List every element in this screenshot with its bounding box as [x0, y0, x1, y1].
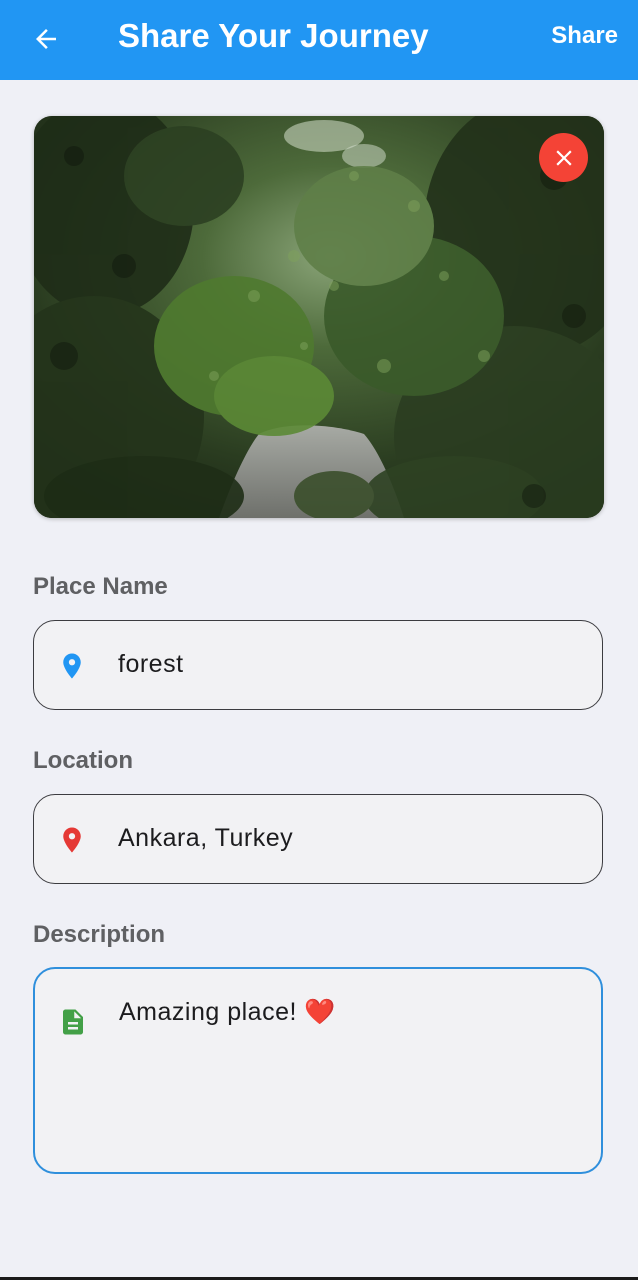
description-value: Amazing place! ❤️	[119, 998, 336, 1026]
close-icon	[555, 149, 572, 166]
page-title: Share Your Journey	[118, 17, 429, 54]
photo-preview	[34, 116, 604, 518]
location-value: Ankara, Turkey	[118, 824, 294, 852]
back-button[interactable]	[22, 15, 70, 63]
remove-photo-button[interactable]	[539, 133, 588, 182]
place-name-label: Place Name	[33, 573, 168, 600]
share-button[interactable]: Share	[551, 20, 618, 52]
forest-photo	[34, 116, 604, 518]
app-bar: Share Your Journey Share	[0, 0, 638, 80]
location-pin-icon	[56, 824, 88, 856]
place-name-field[interactable]: forest	[33, 620, 603, 710]
document-icon	[57, 1006, 89, 1038]
description-label: Description	[33, 921, 166, 948]
location-pin-icon	[56, 650, 88, 682]
arrow-left-icon	[36, 29, 56, 49]
location-field[interactable]: Ankara, Turkey	[33, 794, 603, 884]
place-name-value: forest	[118, 650, 184, 678]
location-label: Location	[33, 747, 133, 774]
description-field[interactable]: Amazing place! ❤️	[33, 967, 603, 1174]
